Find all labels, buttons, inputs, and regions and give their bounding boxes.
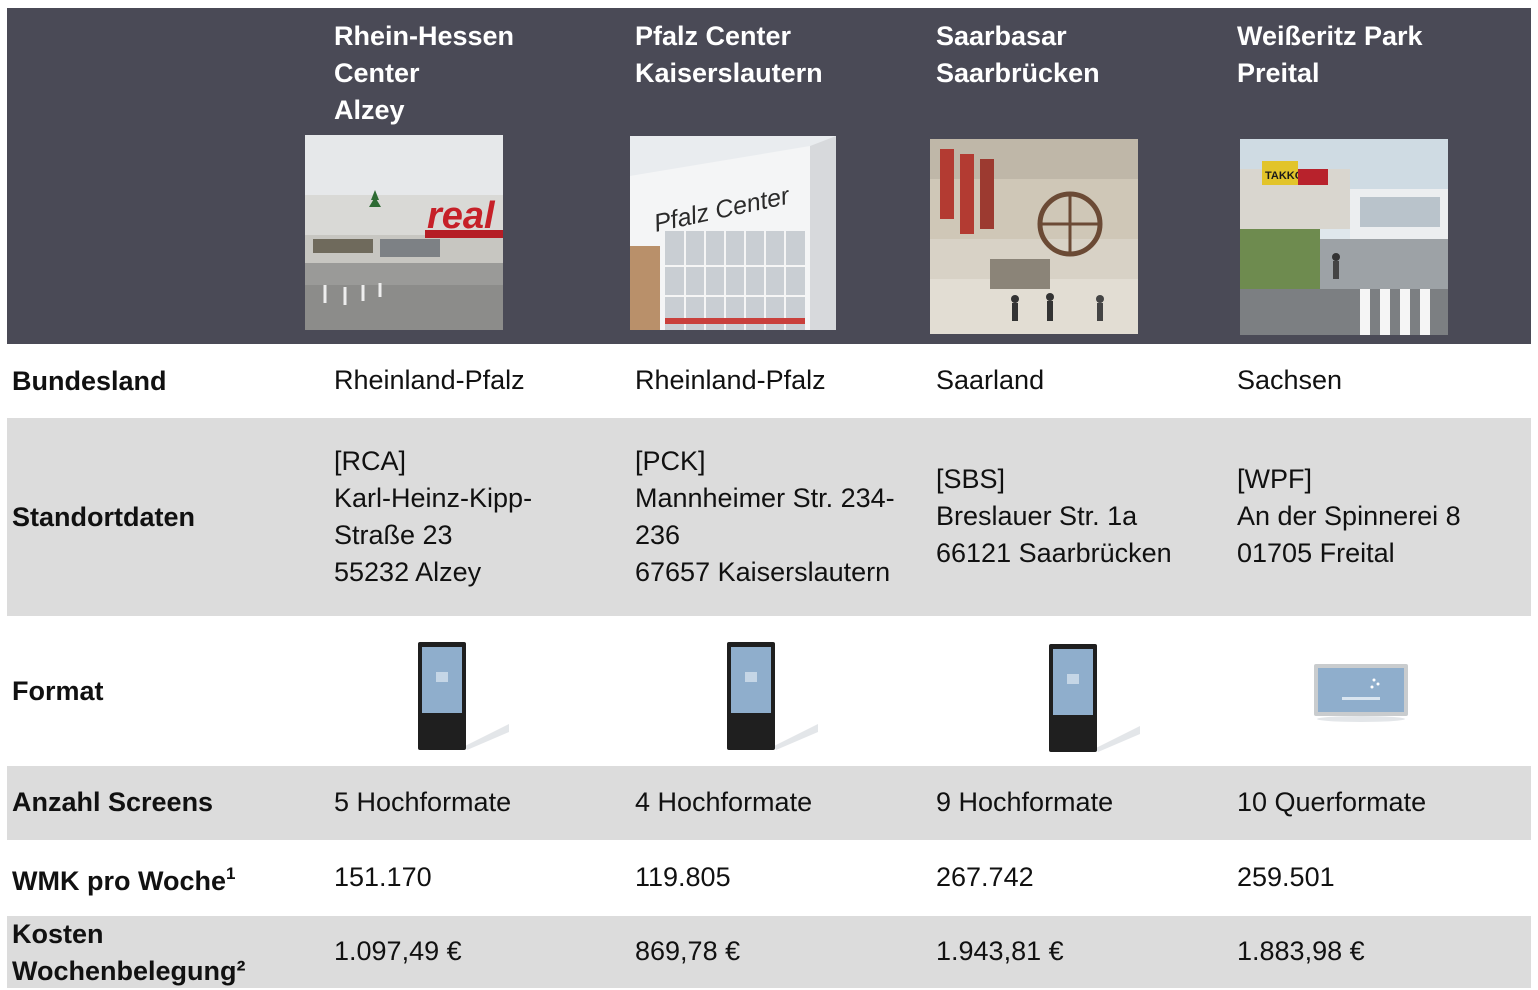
- screens-cell-4: 10 Querformate: [1237, 787, 1427, 817]
- kosten-cell-3: 1.943,81 €: [936, 936, 1064, 966]
- kosten-cell-4: 1.883,98 €: [1237, 936, 1365, 966]
- screens-cell-3: 9 Hochformate: [936, 787, 1114, 817]
- standort-cell-2: [PCK] Mannheimer Str. 234- 236 67657 Kai…: [635, 446, 895, 587]
- center-photo-2: Pfalz Center: [630, 136, 836, 330]
- wmk-cell-4: 259.501: [1237, 862, 1335, 892]
- row-wmk: WMK pro Woche1 151.170 119.805 267.742 2…: [7, 840, 1531, 916]
- center-name-1: Rhein-Hessen Center Alzey: [334, 21, 515, 125]
- bundesland-cell-2: Rheinland-Pfalz: [635, 365, 826, 395]
- wmk-cell-2: 119.805: [635, 862, 731, 892]
- row-format: Format: [7, 616, 1531, 766]
- center-photo-3: [930, 139, 1138, 334]
- svg-text:real: real: [427, 195, 496, 237]
- bundesland-cell-4: Sachsen: [1237, 365, 1343, 395]
- row-label-wmk: WMK pro Woche1: [12, 864, 236, 896]
- row-label-bundesland: Bundesland: [12, 366, 167, 396]
- center-name-2: Pfalz Center Kaiserslautern: [635, 21, 823, 88]
- row-standortdaten: Standortdaten [RCA] Karl-Heinz-Kipp- Str…: [7, 418, 1531, 616]
- row-label-format: Format: [12, 676, 104, 706]
- portrait-screen-icon: [417, 642, 509, 750]
- center-photo-1: real: [305, 135, 503, 330]
- bundesland-cell-1: Rheinland-Pfalz: [334, 365, 525, 395]
- row-label-standortdaten: Standortdaten: [12, 502, 196, 532]
- row-label-kosten: Kosten Wochenbelegung²: [12, 919, 246, 986]
- portrait-screen-icon: [1048, 644, 1140, 752]
- svg-text:TAKKO: TAKKO: [1265, 170, 1304, 182]
- table-header: Rhein-Hessen Center Alzey Pfalz Center K…: [7, 8, 1531, 344]
- kosten-cell-1: 1.097,49 €: [334, 936, 462, 966]
- standort-cell-3: [SBS] Breslauer Str. 1a 66121 Saarbrücke…: [936, 464, 1172, 568]
- center-photo-4: TAKKO: [1240, 139, 1448, 335]
- wmk-cell-1: 151.170: [334, 862, 432, 892]
- wmk-cell-3: 267.742: [936, 862, 1034, 892]
- row-label-anzahl-screens: Anzahl Screens: [12, 787, 214, 817]
- landscape-screen-icon: [1312, 664, 1410, 722]
- row-bundesland: Bundesland Rheinland-Pfalz Rheinland-Pfa…: [7, 344, 1531, 418]
- screens-cell-2: 4 Hochformate: [635, 787, 813, 817]
- bundesland-cell-3: Saarland: [936, 365, 1045, 395]
- portrait-screen-icon: [726, 642, 818, 750]
- row-anzahl-screens: Anzahl Screens 5 Hochformate 4 Hochforma…: [7, 766, 1531, 840]
- center-name-3: Saarbasar Saarbrücken: [936, 21, 1100, 88]
- screens-cell-1: 5 Hochformate: [334, 787, 512, 817]
- standort-cell-4: [WPF] An der Spinnerei 8 01705 Freital: [1237, 464, 1461, 568]
- center-name-4: Weißeritz Park Preital: [1237, 21, 1423, 88]
- standort-cell-1: [RCA] Karl-Heinz-Kipp- Straße 23 55232 A…: [334, 446, 533, 587]
- footnote-marker: 1: [225, 864, 236, 883]
- kosten-cell-2: 869,78 €: [635, 936, 741, 966]
- comparison-table: Rhein-Hessen Center Alzey Pfalz Center K…: [0, 0, 1538, 988]
- row-kosten: Kosten Wochenbelegung² 1.097,49 € 869,78…: [7, 916, 1531, 988]
